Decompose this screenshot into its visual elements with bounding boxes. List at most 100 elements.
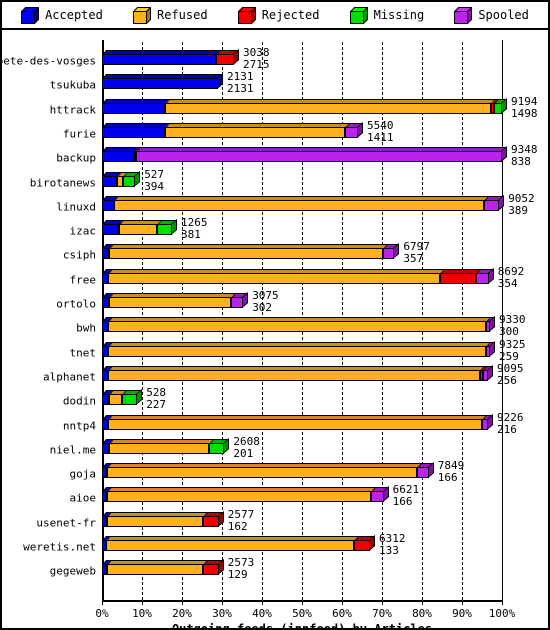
x-axis-tick (102, 600, 103, 605)
bar-segment-accepted (102, 78, 218, 90)
bar-segment-refused (165, 126, 346, 138)
bar-segment-missing (122, 394, 138, 406)
x-axis-tick (222, 600, 223, 605)
bar-segment-refused (106, 515, 203, 527)
bar-value-secondary: 389 (508, 203, 529, 217)
bar-value-secondary: 256 (497, 373, 517, 387)
bar-segment-side-missing (171, 219, 177, 236)
y-axis-label-izac: izac (69, 224, 97, 238)
y-axis-label-bwh: bwh (76, 321, 96, 335)
y-axis-label-birotanews: birotanews (29, 176, 96, 189)
y-axis-label-aioe: aioe (69, 491, 97, 505)
bar-row: 2608 201 (102, 436, 522, 459)
y-axis-label-niel.me: niel.me (49, 443, 96, 457)
x-axis-tick-label: 60% (332, 607, 352, 620)
x-axis-tick-label: 0% (95, 607, 109, 620)
legend-item-rejected: Rejected (236, 5, 320, 25)
x-axis-tick-label: 80% (412, 607, 432, 620)
bar-segment-refused (108, 418, 482, 430)
bar-segment-refused (109, 297, 232, 308)
y-axis-label-free: free (69, 273, 97, 287)
bar-segment-accepted (102, 126, 166, 138)
bar-row: 6797 357 (102, 240, 522, 264)
bar-value-secondary: 216 (497, 422, 517, 436)
x-axis-tick (462, 600, 463, 605)
bar-segment-side-rejected (217, 559, 224, 576)
legend-label: Refused (156, 8, 208, 22)
x-axis-tick-label: 50% (292, 607, 312, 620)
y-axis-label-linuxd: linuxd (56, 200, 96, 214)
bar-segment-refused (106, 564, 203, 576)
plot-area: 0% 10% 20% 30% 40% 50% 60% 70% 80% 90% 100% bete-d… (2, 30, 548, 628)
bar-value-secondary: 227 (146, 398, 167, 412)
bar-row: 1265 381 (102, 217, 522, 240)
bar-row: 2131 2131 (102, 71, 522, 94)
x-axis-tick (382, 600, 383, 605)
bar-row: 2573 129 (102, 557, 522, 580)
bar-segment-accepted (102, 54, 216, 65)
chart-legend: Accepted Refused Rejected Missing Spooled (2, 2, 548, 30)
cube-icon (236, 5, 257, 25)
bar-row: 9330 300 (102, 314, 526, 337)
bar-row: 9325 259 (102, 339, 526, 362)
bar-segment-spooled (416, 467, 429, 479)
bar-segment-spooled (370, 491, 384, 503)
bar-segment-accepted (102, 248, 110, 260)
x-axis-tick-label: 70% (372, 607, 392, 620)
bar-value-secondary: 394 (144, 179, 165, 193)
bar-segment-side-accepted (217, 73, 223, 90)
cube-icon (453, 5, 474, 25)
y-axis-label-weretis.net: weretis.net (23, 540, 96, 554)
cube-icon (20, 5, 40, 25)
bar-value-secondary: 162 (227, 519, 248, 533)
x-axis-tick-label: 10% (132, 607, 152, 620)
x-axis-tick-label: 20% (172, 607, 192, 620)
bar-value-total: 9348 (511, 143, 538, 157)
bar-value-total: 9095 (497, 361, 524, 375)
bar-segment-side-missing (223, 437, 230, 454)
x-axis-tick-label: 30% (212, 607, 232, 620)
bar-value-secondary: 133 (379, 544, 399, 557)
bar-value-total: 6312 (379, 532, 406, 545)
x-axis-tick (262, 600, 263, 605)
bar-value-secondary: 302 (252, 301, 273, 314)
legend-item-refused: Refused (132, 5, 208, 25)
bar-segment-accepted (102, 175, 118, 187)
bar-row: 527 394 (102, 169, 522, 192)
legend-item-spooled: Spooled (453, 5, 529, 25)
bar-row: 5540 1411 (102, 120, 522, 143)
bar-segment-spooled (136, 151, 502, 163)
x-axis-tick (422, 600, 423, 605)
bar-row: 8692 354 (102, 264, 525, 289)
legend-label: Missing (373, 8, 425, 22)
y-axis-label-gegeweb: gegeweb (49, 564, 96, 578)
legend-label: Spooled (478, 8, 529, 22)
bar-value-total: 6797 (403, 240, 430, 254)
bar-value-total: 9194 (511, 94, 538, 108)
bar-segment-spooled (484, 199, 500, 211)
bar-value-total: 6621 (392, 483, 420, 497)
bar-segment-refused (108, 369, 480, 381)
cube-icon (132, 5, 152, 25)
bar-row: 3075 302 (102, 290, 522, 313)
bar-segment-side-spooled (501, 146, 507, 163)
y-axis-label-bete-des-vosges: bete-des-vosges (0, 54, 96, 68)
bar-value-total: 8692 (497, 264, 525, 278)
bar-segment-refused (109, 248, 384, 260)
bar-segment-refused (114, 199, 484, 211)
legend-label: Rejected (261, 8, 320, 22)
x-axis-tick (302, 600, 303, 605)
bar-value-secondary: 166 (437, 471, 458, 485)
bar-segment-accepted (102, 297, 110, 308)
bar-segment-refused (106, 540, 354, 551)
bar-segment-side-spooled (393, 243, 400, 260)
bar-segment-refused (108, 321, 486, 333)
bar-value-total: 9052 (508, 191, 535, 205)
bar-value-secondary: 166 (392, 495, 413, 509)
y-axis-label-csiph: csiph (62, 248, 96, 262)
y-axis-label-nntp4: nntp4 (62, 419, 96, 432)
bar-segment-rejected (202, 564, 219, 576)
bar-row: 9348 838 (102, 144, 538, 167)
bar-segment-accepted (102, 394, 110, 406)
x-axis-title: Outgoing feeds (innfeed) by Articles (171, 622, 433, 630)
